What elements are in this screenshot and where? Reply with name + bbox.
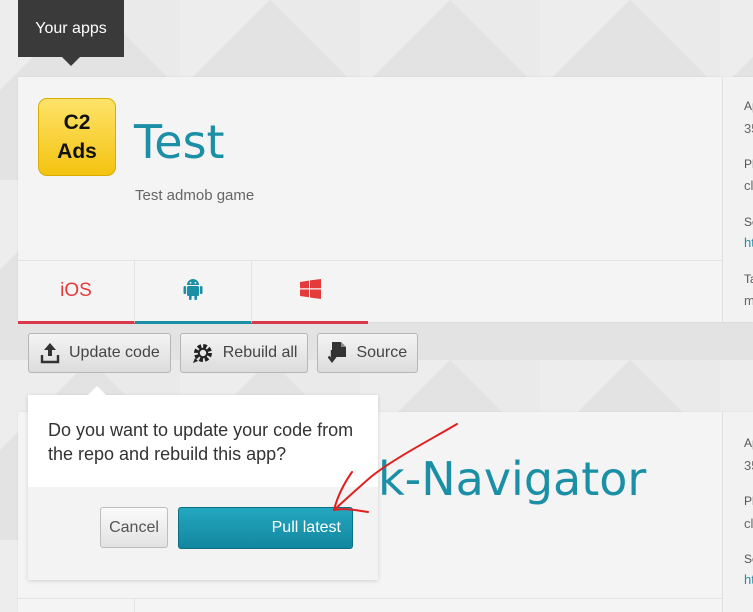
- tab-ios[interactable]: iOS: [18, 261, 135, 324]
- cancel-label: Cancel: [109, 518, 159, 536]
- popover-footer: Cancel Pull latest: [28, 487, 378, 580]
- detail-label-platform: Pl: [744, 157, 753, 171]
- app-title-2[interactable]: k-Navigator: [378, 452, 646, 506]
- card2-tabs-divider: [18, 598, 722, 599]
- detail-label-app-id: Ap: [744, 99, 753, 113]
- your-apps-tab[interactable]: Your apps: [18, 0, 124, 66]
- detail-label-tag: Ta: [744, 272, 753, 286]
- ios-label: iOS: [60, 280, 92, 301]
- app-description: Test admob game: [135, 187, 255, 204]
- upload-icon: [39, 342, 61, 364]
- cancel-button[interactable]: Cancel: [100, 507, 168, 548]
- detail-link-source-2[interactable]: ht: [744, 572, 753, 587]
- detail-label-source-2: So: [744, 552, 753, 566]
- android-icon: [183, 278, 203, 305]
- detail-value-app-id: 35: [744, 121, 753, 136]
- update-code-label: Update code: [69, 344, 160, 361]
- pull-latest-label: Pull latest: [271, 519, 341, 536]
- popover-message: Do you want to update your code from the…: [48, 420, 354, 464]
- source-button[interactable]: Source: [317, 333, 419, 373]
- source-label: Source: [356, 344, 408, 361]
- update-code-button[interactable]: Update code: [28, 333, 171, 373]
- detail-value-platform: cl: [744, 178, 753, 193]
- detail-value-platform-2: cl: [744, 516, 753, 531]
- update-confirm-popover: Do you want to update your code from the…: [28, 386, 378, 580]
- app-details-panel: Ap 35 Pl cl So ht Ta m: [722, 77, 753, 322]
- app-icon-line-2: Ads: [57, 140, 97, 163]
- gear-refresh-icon: [191, 341, 215, 365]
- app-details-panel-2: Ap 35 Pl cl So ht: [722, 412, 753, 612]
- your-apps-label: Your apps: [35, 19, 107, 37]
- rebuild-all-button[interactable]: Rebuild all: [179, 333, 309, 373]
- detail-label-platform-2: Pl: [744, 494, 753, 508]
- popover-arrow: [88, 386, 106, 395]
- detail-value-tag: m: [744, 293, 753, 308]
- file-download-icon: [328, 341, 348, 365]
- app-icon-line-1: C2: [63, 111, 91, 134]
- detail-label-source: So: [744, 215, 753, 229]
- app-title[interactable]: Test: [134, 115, 225, 169]
- app-toolbar: Update code Rebuild all Source: [28, 333, 419, 373]
- detail-link-source[interactable]: ht: [744, 235, 753, 250]
- app-icon[interactable]: C2 Ads: [38, 98, 116, 176]
- pull-latest-button[interactable]: Pull latest: [178, 507, 353, 549]
- detail-label-app-id-2: Ap: [744, 436, 753, 450]
- platform-tabs: iOS: [18, 260, 722, 324]
- app-card-test: C2 Ads Test Test admob game Ap 35 Pl cl …: [18, 77, 753, 324]
- detail-value-app-id-2: 35: [744, 458, 753, 473]
- tab-windows[interactable]: [252, 261, 368, 324]
- card2-tab-separator: [134, 598, 135, 612]
- rebuild-all-label: Rebuild all: [222, 344, 298, 361]
- windows-icon: [299, 278, 321, 304]
- tab-android[interactable]: [135, 261, 252, 324]
